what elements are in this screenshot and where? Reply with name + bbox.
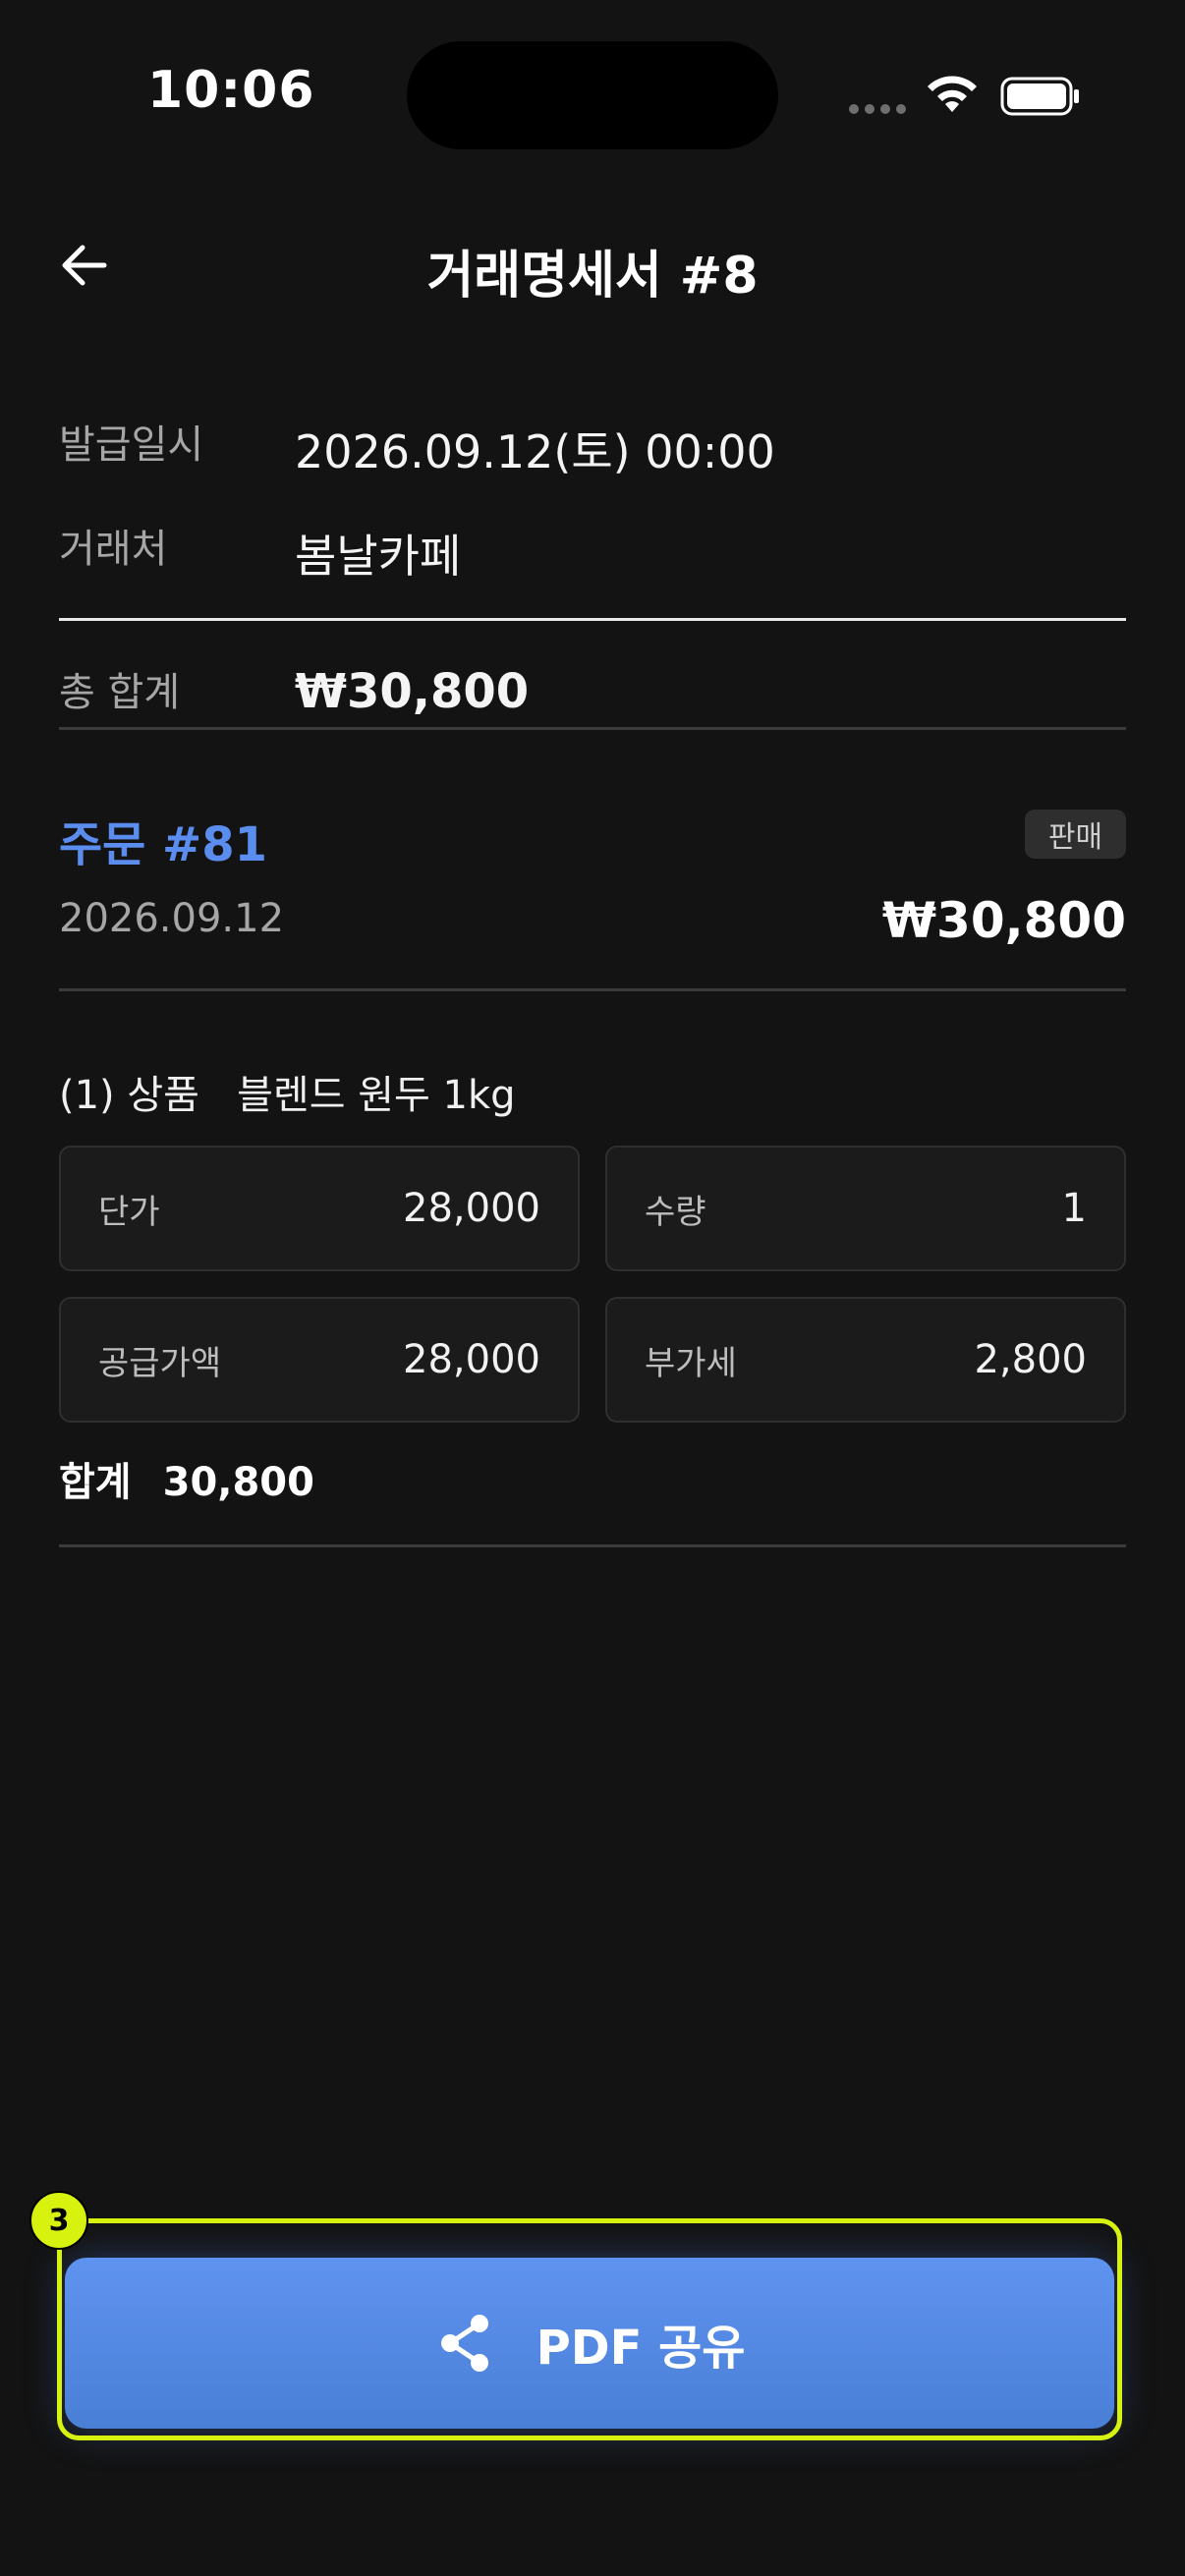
- dynamic-island: [407, 41, 778, 149]
- unit-price-value: 28,000: [403, 1186, 540, 1231]
- supply-amount-label: 공급가액: [98, 1343, 222, 1383]
- wifi-icon: [928, 76, 977, 112]
- highlight-box: [57, 2218, 1122, 2440]
- order-type-badge: 판매: [1025, 810, 1126, 859]
- supply-amount-cell: 공급가액 28,000: [59, 1297, 580, 1423]
- supply-amount-value: 28,000: [403, 1337, 540, 1382]
- divider: [59, 727, 1126, 730]
- order-date: 2026.09.12: [59, 896, 285, 941]
- divider: [59, 988, 1126, 991]
- total-value: ₩30,800: [295, 664, 530, 719]
- order-title[interactable]: 주문 #81: [59, 806, 267, 874]
- vat-label: 부가세: [645, 1343, 737, 1383]
- item-sum-value: 30,800: [162, 1460, 314, 1505]
- unit-price-cell: 단가 28,000: [59, 1146, 580, 1271]
- item-sum-label: 합계: [59, 1460, 132, 1505]
- partner-label: 거래처: [59, 527, 168, 572]
- unit-price-label: 단가: [98, 1192, 160, 1232]
- divider: [59, 1544, 1126, 1547]
- vat-cell: 부가세 2,800: [605, 1297, 1126, 1423]
- battery-icon: [1000, 77, 1079, 116]
- vat-value: 2,800: [974, 1337, 1087, 1382]
- partner-value: 봄날카페: [295, 530, 462, 583]
- item-sum: 합계 30,800: [59, 1450, 314, 1507]
- signal-icon: [849, 104, 906, 114]
- total-label: 총 합계: [59, 670, 181, 715]
- quantity-cell: 수량 1: [605, 1146, 1126, 1271]
- item-title: (1) 상품 블렌드 원두 1kg: [59, 1073, 516, 1118]
- page-title: 거래명세서 #8: [426, 247, 759, 306]
- quantity-value: 1: [1061, 1186, 1087, 1231]
- divider: [59, 618, 1126, 621]
- step-badge: 3: [29, 2191, 88, 2250]
- status-time: 10:06: [147, 61, 315, 120]
- quantity-label: 수량: [645, 1192, 706, 1232]
- order-amount: ₩30,800: [881, 892, 1126, 949]
- issued-label: 발급일시: [59, 422, 204, 468]
- issued-value: 2026.09.12(토) 00:00: [295, 425, 775, 478]
